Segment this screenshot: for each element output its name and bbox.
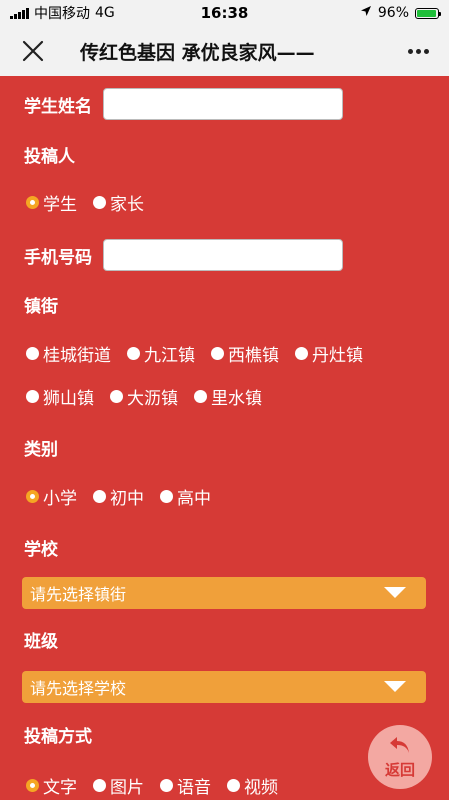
radio-icon: [26, 347, 39, 360]
phone-input[interactable]: [103, 239, 343, 271]
radio-method-video[interactable]: 视频: [227, 773, 278, 798]
radio-category-senior[interactable]: 高中: [160, 484, 211, 509]
method-label: 投稿方式: [24, 727, 92, 747]
radio-icon: [211, 347, 224, 360]
method-radio-group: 文字 图片 语音 视频: [26, 773, 294, 798]
town-label: 镇街: [24, 297, 58, 317]
radio-submitter-student[interactable]: 学生: [26, 190, 77, 215]
town-radio-group-row2: 狮山镇 大沥镇 里水镇: [26, 384, 278, 409]
radio-icon: [93, 196, 106, 209]
radio-method-audio[interactable]: 语音: [160, 773, 211, 798]
back-arrow-icon: [388, 735, 412, 759]
radio-icon: [194, 390, 207, 403]
radio-icon: [26, 390, 39, 403]
radio-icon: [110, 390, 123, 403]
radio-method-text[interactable]: 文字: [26, 773, 77, 798]
radio-town-shishan[interactable]: 狮山镇: [26, 384, 94, 409]
radio-category-primary[interactable]: 小学: [26, 484, 77, 509]
radio-icon: [295, 347, 308, 360]
radio-town-danzao[interactable]: 丹灶镇: [295, 341, 363, 366]
radio-town-dali[interactable]: 大沥镇: [110, 384, 178, 409]
radio-checked-icon: [26, 779, 39, 792]
radio-checked-icon: [26, 490, 39, 503]
chevron-down-icon: [384, 587, 406, 598]
class-select[interactable]: 请先选择学校: [22, 671, 426, 703]
class-select-value: 请先选择学校: [30, 679, 127, 698]
page-title: 传红色基因 承优良家风——: [80, 41, 315, 64]
battery-icon: [415, 7, 441, 19]
radio-submitter-parent[interactable]: 家长: [93, 190, 144, 215]
radio-town-xiqiao[interactable]: 西樵镇: [211, 341, 279, 366]
school-select-value: 请先选择镇街: [30, 585, 127, 604]
battery-percent: 96%: [377, 5, 409, 21]
radio-checked-icon: [26, 196, 39, 209]
back-button-label: 返回: [384, 760, 415, 779]
town-radio-group-row1: 桂城街道 九江镇 西樵镇 丹灶镇: [26, 341, 379, 366]
school-select[interactable]: 请先选择镇街: [22, 577, 426, 609]
radio-category-junior[interactable]: 初中: [93, 484, 144, 509]
radio-icon: [127, 347, 140, 360]
radio-icon: [93, 779, 106, 792]
radio-icon: [227, 779, 240, 792]
back-button[interactable]: 返回: [368, 725, 432, 789]
radio-icon: [160, 490, 173, 503]
chevron-down-icon: [384, 681, 406, 692]
phone-label: 手机号码: [24, 248, 92, 268]
more-icon[interactable]: [405, 38, 431, 64]
form-content: 学生姓名 投稿人 学生 家长 手机号码 镇街 桂城街道 九江镇 西樵镇 丹灶镇 …: [0, 76, 449, 800]
category-radio-group: 小学 初中 高中: [26, 484, 227, 509]
submitter-radio-group: 学生 家长: [26, 190, 160, 215]
radio-town-jiujiang[interactable]: 九江镇: [127, 341, 195, 366]
nav-bar: 传红色基因 承优良家风——: [0, 26, 449, 76]
student-name-input[interactable]: [103, 88, 343, 120]
radio-icon: [160, 779, 173, 792]
radio-method-image[interactable]: 图片: [93, 773, 144, 798]
submitter-label: 投稿人: [24, 147, 75, 167]
radio-town-guicheng[interactable]: 桂城街道: [26, 341, 111, 366]
class-label: 班级: [24, 632, 58, 652]
radio-town-lishui[interactable]: 里水镇: [194, 384, 262, 409]
status-right: 96%: [360, 5, 441, 21]
student-name-label: 学生姓名: [24, 97, 92, 117]
location-icon: [360, 5, 372, 21]
school-label: 学校: [24, 540, 58, 560]
status-bar: 中国移动 4G 16:38 96%: [0, 0, 449, 26]
category-label: 类别: [24, 440, 58, 460]
radio-icon: [93, 490, 106, 503]
close-icon[interactable]: [20, 36, 46, 66]
